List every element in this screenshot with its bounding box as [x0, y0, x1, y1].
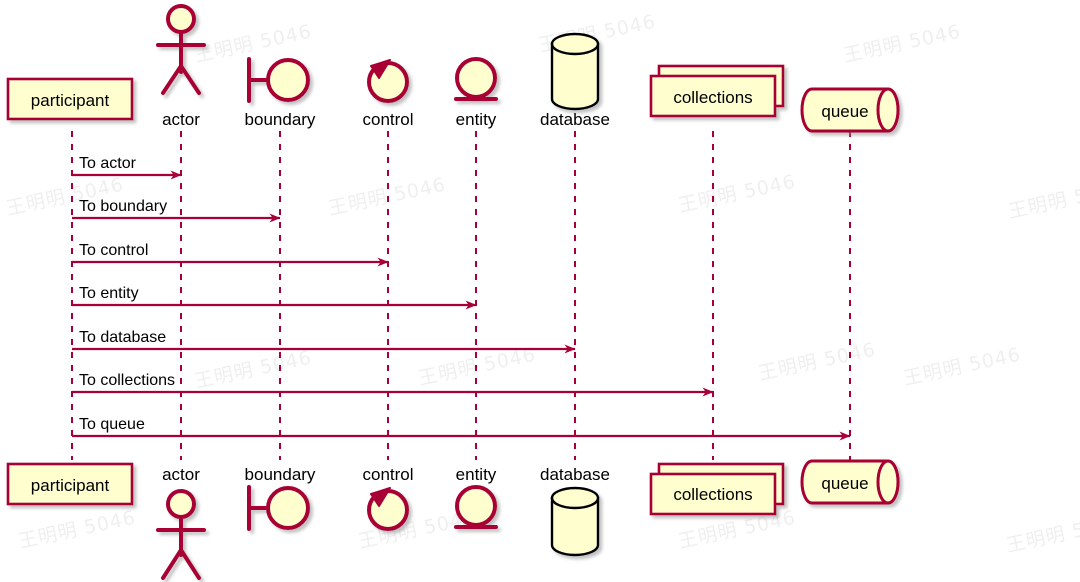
actor-icon-leg-right	[179, 64, 201, 95]
actor-icon-head	[166, 4, 196, 34]
watermark-text: 王明明 5046	[676, 171, 797, 217]
actor-label: actor	[162, 110, 200, 129]
participant-head-control[interactable]: control	[362, 59, 414, 129]
participant-foot-entity[interactable]: entity	[454, 465, 498, 529]
participant-foot-database[interactable]: database	[540, 465, 610, 557]
watermark-text: 王明明 5046	[416, 344, 537, 390]
participant-foot-control[interactable]: control	[362, 465, 414, 531]
boundary-icon-circle-bottom	[266, 486, 310, 530]
actor-label-bottom: actor	[162, 465, 200, 484]
participant-head-queue[interactable]: queue	[800, 87, 900, 133]
watermark-text: 王明明 5046	[756, 339, 877, 385]
lifelines-layer	[71, 131, 851, 460]
collections-label-bottom: collections	[673, 485, 752, 504]
queue-label-bottom: queue	[821, 474, 868, 493]
control-label-bottom: control	[362, 465, 413, 484]
participant-foot-actor[interactable]: actor	[156, 465, 206, 580]
control-label: control	[362, 110, 413, 129]
boundary-label-bottom: boundary	[245, 465, 316, 484]
message-label: To boundary	[79, 198, 167, 215]
boundary-icon-circle	[266, 58, 310, 102]
message-to-database[interactable]: To database	[72, 329, 576, 354]
participant-foot-collections[interactable]: collections	[649, 462, 785, 516]
database-label-bottom: database	[540, 465, 610, 484]
participant-head-collections[interactable]: collections	[649, 64, 785, 118]
entity-label: entity	[456, 110, 497, 129]
watermark-text: 王明明 5046	[841, 21, 962, 67]
watermark-text: 王明明 5046	[1004, 511, 1080, 557]
message-label: To collections	[79, 372, 175, 389]
actor-icon-head-bottom	[166, 489, 196, 519]
sequence-diagram-svg: 王明明 5046 王明明 5046 王明明 5046 王明明 5046 王明明 …	[4, 4, 1080, 580]
participant-foot-queue[interactable]: queue	[800, 459, 900, 505]
participant-foot-participant[interactable]: participant	[6, 462, 134, 506]
database-icon-top-bottom	[550, 486, 600, 510]
participant-head-boundary[interactable]: boundary	[245, 57, 316, 129]
watermark-text: 王明明 5046	[1006, 177, 1080, 223]
entity-icon-circle	[455, 57, 497, 99]
sequence-diagram-canvas: 王明明 5046 王明明 5046 王明明 5046 王明明 5046 王明明 …	[0, 0, 1080, 582]
database-label: database	[540, 110, 610, 129]
participant-label-bottom: participant	[31, 476, 110, 495]
queue-label: queue	[821, 102, 868, 121]
message-label: To entity	[79, 285, 139, 302]
actor-icon-leg-left-bottom	[161, 548, 183, 580]
queue-icon-cap-bottom	[876, 459, 900, 505]
participant-head-actor[interactable]: actor	[156, 4, 206, 129]
database-icon-top	[550, 32, 600, 56]
message-to-queue[interactable]: To queue	[72, 416, 851, 441]
message-label: To control	[79, 242, 148, 259]
actor-icon-leg-left	[161, 64, 183, 95]
participant-head-entity[interactable]: entity	[454, 57, 498, 129]
message-label: To database	[79, 329, 166, 346]
participant-label: participant	[31, 91, 110, 110]
actor-icon-leg-right-bottom	[179, 548, 201, 580]
participant-foot-boundary[interactable]: boundary	[245, 465, 316, 531]
message-label: To actor	[79, 155, 137, 172]
watermark-text: 王明明 5046	[901, 344, 1022, 390]
watermark-text: 王明明 5046	[16, 507, 137, 553]
watermark-text: 王明明 5046	[192, 347, 313, 393]
message-label: To queue	[79, 416, 145, 433]
message-to-actor[interactable]: To actor	[72, 155, 182, 180]
participant-head-participant[interactable]: participant	[6, 77, 134, 121]
boundary-label: boundary	[245, 110, 316, 129]
message-to-collections[interactable]: To collections	[72, 372, 714, 397]
message-to-boundary[interactable]: To boundary	[72, 198, 281, 223]
entity-label-bottom: entity	[456, 465, 497, 484]
message-to-entity[interactable]: To entity	[72, 285, 477, 310]
message-to-control[interactable]: To control	[72, 242, 389, 267]
entity-icon-circle-bottom	[455, 485, 497, 527]
collections-label: collections	[673, 88, 752, 107]
queue-icon-cap	[876, 87, 900, 133]
